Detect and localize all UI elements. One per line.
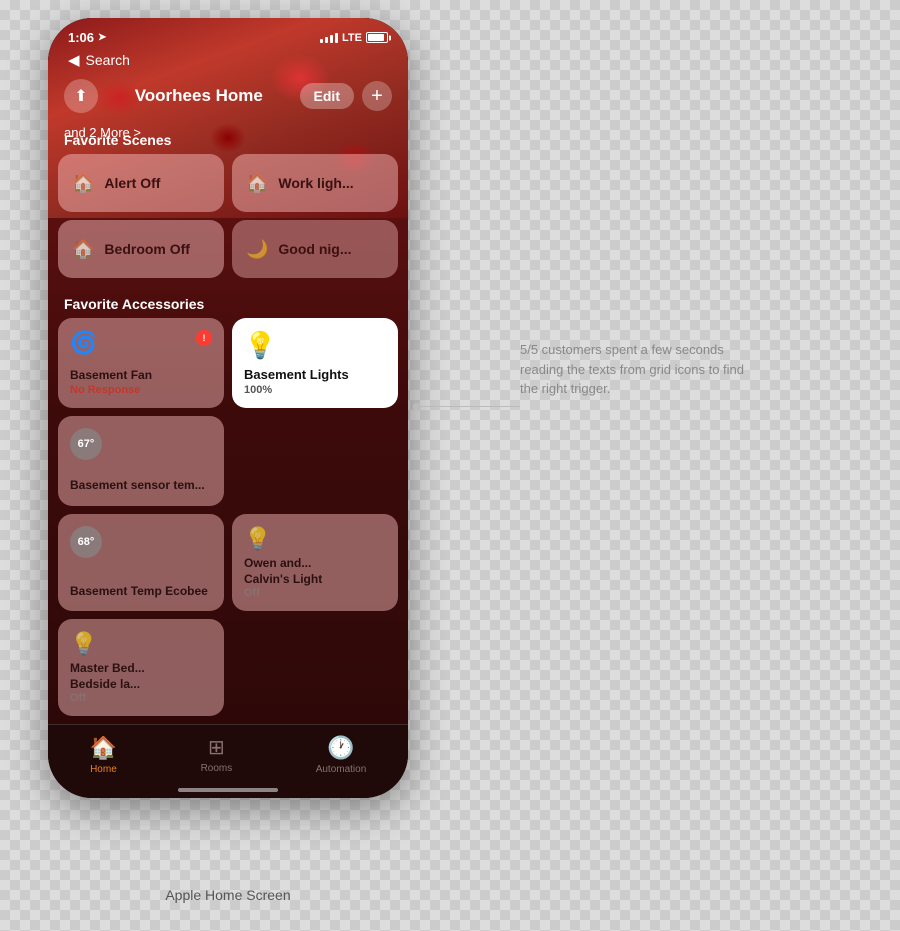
back-arrow-icon: ◀ — [68, 51, 80, 69]
home-title: Voorhees Home — [135, 86, 263, 106]
nav-home[interactable]: 🏠 Home — [90, 735, 117, 775]
accessory-name: Basement Fan — [70, 368, 212, 384]
accessories-row2: 68° Basement Temp Ecobee 💡 Owen and...Ca… — [48, 514, 408, 716]
fan-icon: 🌀 — [70, 330, 97, 356]
network-label: LTE — [342, 32, 362, 44]
accessory-name: Owen and...Calvin's Light — [244, 556, 386, 587]
screen-caption: Apple Home Screen — [48, 887, 408, 903]
home-icon: 🏠 — [246, 173, 268, 194]
location-icon: ➤ — [98, 32, 106, 43]
scene-bedroom-off[interactable]: 🏠 Bedroom Off — [58, 220, 224, 278]
favorite-accessories-label: Favorite Accessories — [48, 286, 408, 318]
bulb-icon: 💡 — [244, 526, 386, 552]
scene-label: Bedroom Off — [104, 241, 190, 257]
rooms-nav-icon: ⊞ — [208, 735, 225, 760]
accessories-row1: 🌀 ! Basement Fan No Response 💡 Basement … — [48, 318, 408, 506]
search-back-label[interactable]: Search — [86, 52, 130, 68]
nav-label: Automation — [316, 764, 367, 775]
accessory-name: Master Bed...Bedside la... — [70, 661, 212, 692]
signal-bars — [320, 33, 338, 43]
nav-automation[interactable]: 🕐 Automation — [316, 735, 367, 775]
accessory-status: 100% — [244, 384, 386, 396]
accessory-name: Basement sensor tem... — [70, 478, 212, 494]
app-header: ⬆ Voorhees Home Edit + — [48, 71, 408, 121]
accessory-master-bed[interactable]: 💡 Master Bed...Bedside la... Off — [58, 619, 224, 716]
battery-icon — [366, 32, 388, 43]
time-display: 1:06 — [68, 30, 94, 45]
location-pin-icon: ⬆ — [74, 86, 87, 106]
search-back-row: ◀ Search — [48, 49, 408, 71]
scene-label: Good nig... — [278, 241, 351, 257]
home-location-button[interactable]: ⬆ — [64, 79, 98, 113]
scenes-grid: 🏠 Alert Off 🏠 Work ligh... 🏠 Bedroom Off… — [48, 154, 408, 278]
home-icon: 🏠 — [72, 239, 94, 260]
nav-rooms[interactable]: ⊞ Rooms — [201, 735, 233, 774]
accessory-basement-sensor[interactable]: 67° Basement sensor tem... — [58, 416, 224, 506]
annotation-line — [420, 406, 520, 407]
accessory-status: No Response — [70, 384, 212, 396]
accessory-name: Basement Temp Ecobee — [70, 584, 212, 600]
annotation-dot — [413, 403, 421, 411]
status-bar: 1:06 ➤ LTE — [48, 18, 408, 49]
accessory-owens-light[interactable]: 💡 Owen and...Calvin's Light Off — [232, 514, 398, 611]
bulb-icon: 💡 — [70, 631, 212, 657]
scene-alert-off[interactable]: 🏠 Alert Off — [58, 154, 224, 212]
ecobee-icon: 68° — [70, 526, 102, 558]
moon-icon: 🌙 — [246, 239, 268, 260]
scene-label: Work ligh... — [278, 175, 353, 191]
nav-label: Home — [90, 764, 117, 775]
accessory-basement-ecobee[interactable]: 68° Basement Temp Ecobee — [58, 514, 224, 611]
add-button[interactable]: + — [362, 81, 392, 111]
accessory-basement-lights[interactable]: 💡 Basement Lights 100% — [232, 318, 398, 408]
bulb-on-icon: 💡 — [244, 330, 386, 361]
scene-work-lights[interactable]: 🏠 Work ligh... — [232, 154, 398, 212]
home-nav-icon: 🏠 — [90, 735, 117, 761]
alert-badge: ! — [196, 330, 212, 346]
nav-label: Rooms — [201, 763, 233, 774]
automation-nav-icon: 🕐 — [327, 735, 354, 761]
accessory-name: Basement Lights — [244, 367, 386, 384]
plus-icon: + — [371, 85, 383, 108]
phone-frame: 1:06 ➤ LTE ◀ — [48, 18, 408, 798]
content-scroll[interactable]: Favorite Scenes 🏠 Alert Off 🏠 Work ligh.… — [48, 122, 408, 724]
edit-button[interactable]: Edit — [300, 83, 354, 109]
accessory-basement-fan[interactable]: 🌀 ! Basement Fan No Response — [58, 318, 224, 408]
temp-sensor-icon: 67° — [70, 428, 102, 460]
home-indicator — [178, 788, 278, 792]
bottom-navigation: 🏠 Home ⊞ Rooms 🕐 Automation — [48, 724, 408, 798]
accessory-status: Off — [244, 587, 386, 599]
scene-good-night[interactable]: 🌙 Good nig... — [232, 220, 398, 278]
accessory-status: Off — [70, 692, 212, 704]
scene-label: Alert Off — [104, 175, 160, 191]
home-icon: 🏠 — [72, 173, 94, 194]
and-more-row[interactable]: and 2 More > — [48, 121, 408, 144]
annotation-text: 5/5 customers spent a few seconds readin… — [520, 340, 760, 399]
